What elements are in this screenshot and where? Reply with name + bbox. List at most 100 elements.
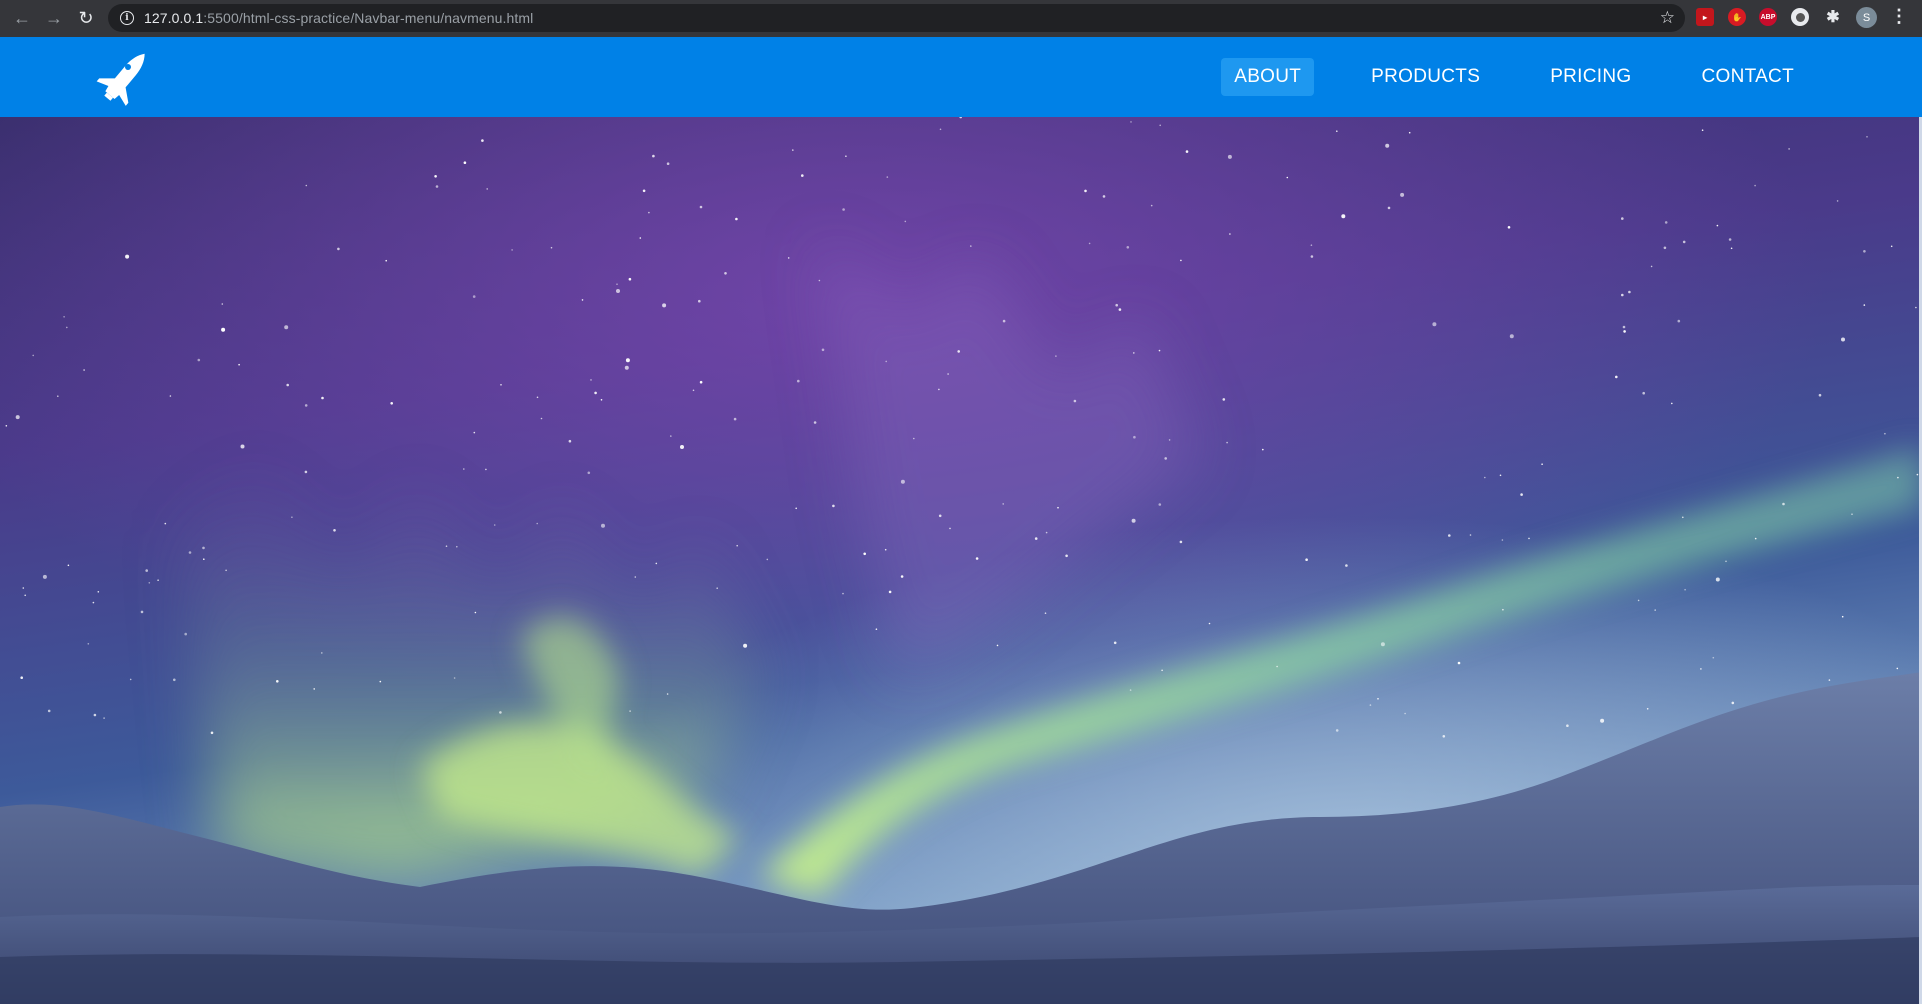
star — [813, 421, 817, 424]
reload-icon[interactable]: ↻ — [70, 3, 102, 35]
star — [1442, 735, 1446, 738]
star — [1501, 539, 1504, 541]
star — [594, 391, 597, 395]
browser-toolbar: ← → ↻ i 127.0.0.1:5500/html-css-practice… — [0, 0, 1922, 37]
star — [699, 205, 703, 209]
star — [662, 303, 667, 308]
star — [1484, 476, 1486, 479]
star — [313, 688, 316, 690]
hero-background-image — [0, 115, 1922, 1004]
star — [536, 522, 538, 525]
extension-4-icon[interactable] — [1791, 8, 1809, 26]
extensions-puzzle-icon[interactable]: ✱ — [1824, 8, 1842, 26]
nav-item-products[interactable]: PRODUCTS — [1358, 58, 1493, 96]
star — [385, 259, 388, 262]
star — [787, 257, 790, 259]
star — [203, 558, 205, 560]
star — [1520, 493, 1523, 496]
star — [197, 358, 201, 362]
star — [284, 325, 289, 330]
star — [947, 373, 949, 375]
url-host: 127.0.0.1 — [144, 10, 204, 26]
browser-menu-icon[interactable]: ⋮ — [1890, 6, 1908, 27]
star — [92, 601, 95, 604]
extension-1-icon[interactable]: ▸ — [1696, 8, 1714, 26]
star — [692, 389, 695, 392]
star — [1377, 698, 1379, 700]
star — [795, 507, 797, 510]
star — [1335, 729, 1339, 732]
star — [145, 569, 148, 572]
address-bar[interactable]: i 127.0.0.1:5500/html-css-practice/Navba… — [108, 4, 1685, 32]
star — [1133, 435, 1136, 439]
bookmark-star-icon[interactable]: ☆ — [1660, 8, 1675, 28]
star — [333, 529, 336, 532]
star — [1185, 150, 1189, 153]
star — [1341, 214, 1346, 219]
back-icon[interactable]: ← — [6, 3, 38, 35]
star — [1002, 503, 1004, 505]
star — [792, 149, 794, 151]
star — [1836, 200, 1839, 202]
star — [957, 350, 960, 353]
star — [818, 279, 821, 282]
star — [1884, 432, 1886, 435]
star — [842, 208, 845, 211]
star — [666, 162, 670, 165]
star — [600, 399, 603, 401]
star — [652, 154, 655, 158]
profile-avatar[interactable]: S — [1856, 7, 1877, 28]
star — [1310, 244, 1313, 246]
star — [1701, 129, 1704, 131]
star — [463, 468, 465, 470]
star — [157, 579, 159, 581]
star — [42, 574, 47, 579]
nav-item-contact[interactable]: CONTACT — [1688, 58, 1807, 96]
star — [1084, 189, 1087, 193]
star — [500, 384, 502, 386]
space-shuttle-icon[interactable] — [95, 45, 157, 107]
star — [1730, 247, 1733, 250]
site-info-icon[interactable]: i — [120, 11, 134, 25]
star — [913, 437, 915, 440]
star — [1387, 206, 1391, 210]
star — [1628, 290, 1631, 294]
star — [47, 709, 51, 713]
star — [1073, 399, 1077, 403]
star — [1863, 304, 1866, 306]
star — [20, 676, 24, 679]
star — [1305, 558, 1308, 561]
star — [1262, 448, 1264, 451]
star — [1509, 334, 1514, 339]
star — [5, 425, 8, 427]
star — [939, 128, 942, 131]
star — [1229, 233, 1231, 235]
nav-item-pricing[interactable]: PRICING — [1537, 58, 1644, 96]
forward-icon[interactable]: → — [38, 3, 70, 35]
star — [24, 594, 27, 597]
star — [1088, 242, 1091, 245]
star — [1502, 608, 1504, 611]
star — [1432, 322, 1437, 327]
star — [540, 417, 543, 420]
star — [240, 444, 245, 449]
star — [173, 678, 176, 682]
star — [1126, 246, 1130, 249]
star — [1623, 330, 1626, 333]
star — [15, 415, 20, 420]
star — [625, 358, 630, 363]
star — [1851, 513, 1853, 515]
star — [474, 611, 477, 614]
star — [1002, 319, 1006, 323]
star — [1671, 402, 1673, 405]
adblock-plus-icon[interactable]: ABP — [1759, 8, 1777, 26]
star — [648, 211, 650, 214]
star — [125, 254, 130, 259]
star — [1782, 502, 1785, 506]
star — [1600, 718, 1605, 723]
star — [129, 678, 132, 681]
star — [435, 185, 439, 188]
extension-2-icon[interactable]: ✋ — [1728, 8, 1746, 26]
nav-item-about[interactable]: ABOUT — [1221, 58, 1315, 96]
star — [624, 365, 629, 370]
